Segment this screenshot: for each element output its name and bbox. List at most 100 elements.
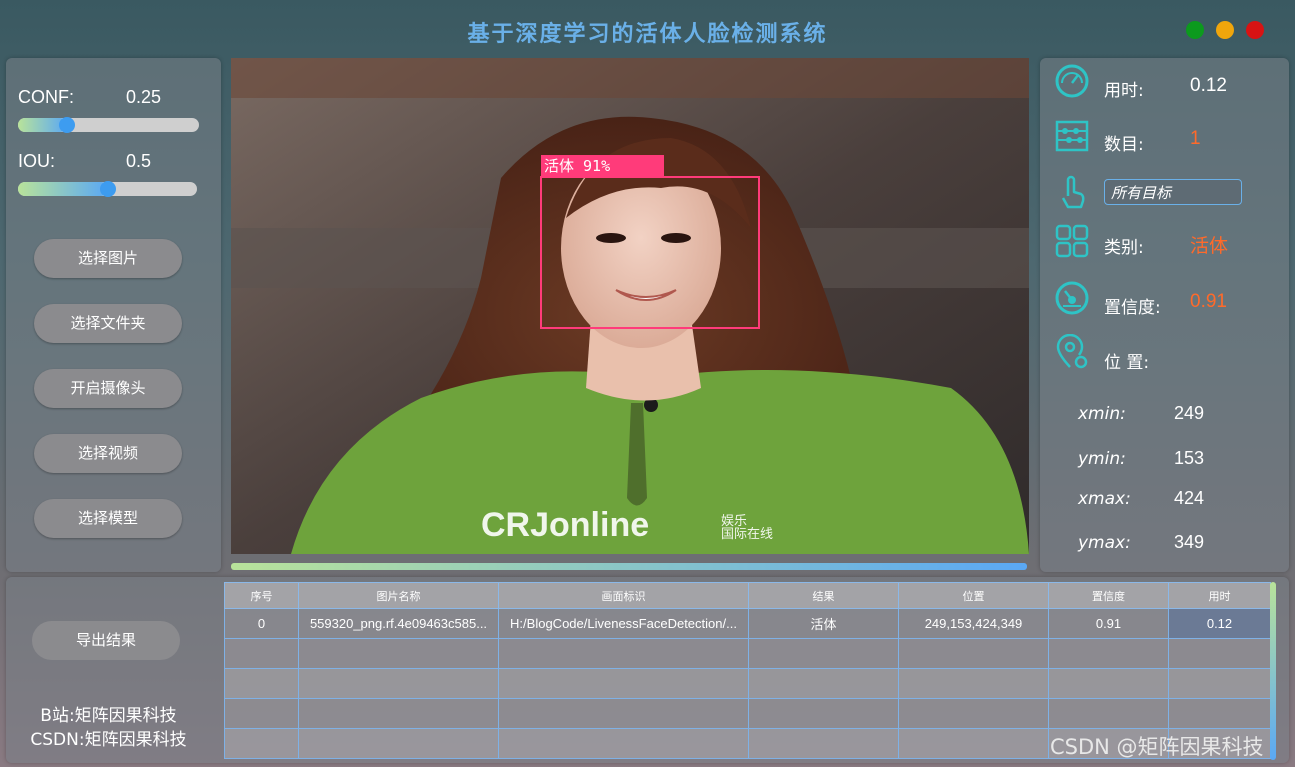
- column-header[interactable]: 序号: [224, 582, 299, 609]
- table-header-row: 序号 图片名称 画面标识 结果 位置 置信度 用时: [224, 582, 1271, 609]
- table-cell: [498, 638, 749, 669]
- table-cell: 0.91: [1048, 608, 1169, 639]
- title-bar: 基于深度学习的活体人脸检测系统: [0, 0, 1295, 58]
- table-cell: [748, 638, 899, 669]
- table-scrollbar[interactable]: [1270, 582, 1276, 760]
- ymax-label: ymax:: [1078, 533, 1131, 553]
- iou-slider-handle[interactable]: [100, 181, 116, 197]
- select-video-button[interactable]: 选择视频: [34, 434, 182, 473]
- location-pin-icon: [1056, 334, 1088, 369]
- table-cell: [898, 698, 1049, 729]
- xmin-label: xmin:: [1078, 404, 1126, 424]
- table-cell: [224, 728, 299, 759]
- table-cell: 559320_png.rf.4e09463c585...: [298, 608, 499, 639]
- table-cell: [298, 728, 499, 759]
- minimize-button[interactable]: [1216, 21, 1234, 39]
- progress-bar: [231, 563, 1027, 570]
- table-cell: [298, 668, 499, 699]
- csdn-credit: CSDN:矩阵因果科技: [30, 730, 187, 750]
- table-row[interactable]: 0 559320_png.rf.4e09463c585... H:/BlogCode…: [224, 608, 1271, 639]
- ymin-value: 153: [1174, 448, 1205, 468]
- table-row-empty[interactable]: [224, 698, 1271, 729]
- info-panel: 用时: 0.12 数目: 1 所有目标 类别: 活体 置信度: 0.91 位 置…: [1040, 58, 1289, 572]
- count-value: 1: [1190, 128, 1201, 149]
- table-cell: [1168, 638, 1271, 669]
- table-cell: 249,153,424,349: [898, 608, 1049, 639]
- gauge-icon: [1055, 281, 1089, 315]
- table-cell: [224, 668, 299, 699]
- column-header[interactable]: 置信度: [1048, 582, 1169, 609]
- table-cell: [1168, 668, 1271, 699]
- table-cell: [298, 698, 499, 729]
- class-label: 类别:: [1104, 238, 1144, 258]
- column-header[interactable]: 结果: [748, 582, 899, 609]
- column-header[interactable]: 用时: [1168, 582, 1271, 609]
- csdn-watermark: CSDN @矩阵因果科技: [1050, 735, 1264, 759]
- export-results-button[interactable]: 导出结果: [32, 621, 180, 660]
- conf-slider-handle[interactable]: [59, 117, 75, 133]
- column-header[interactable]: 位置: [898, 582, 1049, 609]
- open-camera-button[interactable]: 开启摄像头: [34, 369, 182, 408]
- app-title: 基于深度学习的活体人脸检测系统: [467, 21, 828, 47]
- conf-label: CONF:: [18, 87, 74, 107]
- table-cell: [748, 698, 899, 729]
- confidence-label: 置信度:: [1104, 298, 1161, 318]
- table-cell: [898, 638, 1049, 669]
- ymax-value: 349: [1174, 532, 1205, 552]
- conf-value: 0.25: [126, 87, 162, 107]
- touch-icon: [1061, 175, 1085, 209]
- table-cell: H:/BlogCode/LivenessFaceDetection/...: [498, 608, 749, 639]
- table-cell: 0: [224, 608, 299, 639]
- column-header[interactable]: 画面标识: [498, 582, 749, 609]
- select-folder-button[interactable]: 选择文件夹: [34, 304, 182, 343]
- confidence-value: 0.91: [1190, 291, 1227, 312]
- table-cell: [498, 728, 749, 759]
- target-select[interactable]: 所有目标: [1104, 179, 1242, 205]
- time-value: 0.12: [1190, 75, 1227, 96]
- select-image-button[interactable]: 选择图片: [34, 239, 182, 278]
- iou-label: IOU:: [18, 151, 56, 171]
- table-cell: 活体: [748, 608, 899, 639]
- watermark-logo-cn2: 国际在线: [721, 527, 773, 542]
- detection-label: 活体 91%: [544, 157, 610, 175]
- detection-image: CRJonline 娱乐 国际在线 活体 91%: [231, 58, 1029, 554]
- position-label: 位 置:: [1104, 353, 1150, 373]
- iou-value: 0.5: [126, 151, 152, 171]
- xmin-value: 249: [1174, 403, 1205, 423]
- table-cell: [1168, 698, 1271, 729]
- table-cell: [1048, 668, 1169, 699]
- xmax-value: 424: [1174, 488, 1205, 508]
- table-cell: 0.12: [1168, 608, 1271, 639]
- abacus-icon: [1055, 120, 1089, 152]
- conf-slider[interactable]: [18, 117, 199, 133]
- class-value: 活体: [1190, 236, 1229, 257]
- table-cell: [748, 668, 899, 699]
- ymin-label: ymin:: [1078, 449, 1126, 469]
- table-cell: [898, 668, 1049, 699]
- table-cell: [1048, 698, 1169, 729]
- category-grid-icon: [1055, 224, 1089, 258]
- table-cell: [498, 668, 749, 699]
- control-panel: CONF: 0.25 IOU: 0.5 选择图片 选择文件夹 开启摄像头 选择视…: [6, 58, 221, 572]
- iou-slider[interactable]: [18, 181, 197, 197]
- xmax-label: xmax:: [1078, 489, 1131, 509]
- table-cell: [898, 728, 1049, 759]
- bilibili-credit: B站:矩阵因果科技: [40, 706, 177, 726]
- speedometer-icon: [1055, 64, 1089, 98]
- watermark-logo-text: CRJonline: [481, 506, 649, 544]
- maximize-button[interactable]: [1186, 21, 1204, 39]
- table-row-empty[interactable]: [224, 638, 1271, 669]
- image-display: CRJonline 娱乐 国际在线 活体 91%: [231, 58, 1029, 554]
- count-label: 数目:: [1104, 135, 1144, 155]
- table-cell: [748, 728, 899, 759]
- close-button[interactable]: [1246, 21, 1264, 39]
- table-cell: [298, 638, 499, 669]
- table-cell: [498, 698, 749, 729]
- table-cell: [224, 698, 299, 729]
- table-cell: [1048, 638, 1169, 669]
- column-header[interactable]: 图片名称: [298, 582, 499, 609]
- table-row-empty[interactable]: [224, 668, 1271, 699]
- iou-slider-fill: [18, 182, 108, 196]
- select-model-button[interactable]: 选择模型: [34, 499, 182, 538]
- time-label: 用时:: [1104, 81, 1144, 101]
